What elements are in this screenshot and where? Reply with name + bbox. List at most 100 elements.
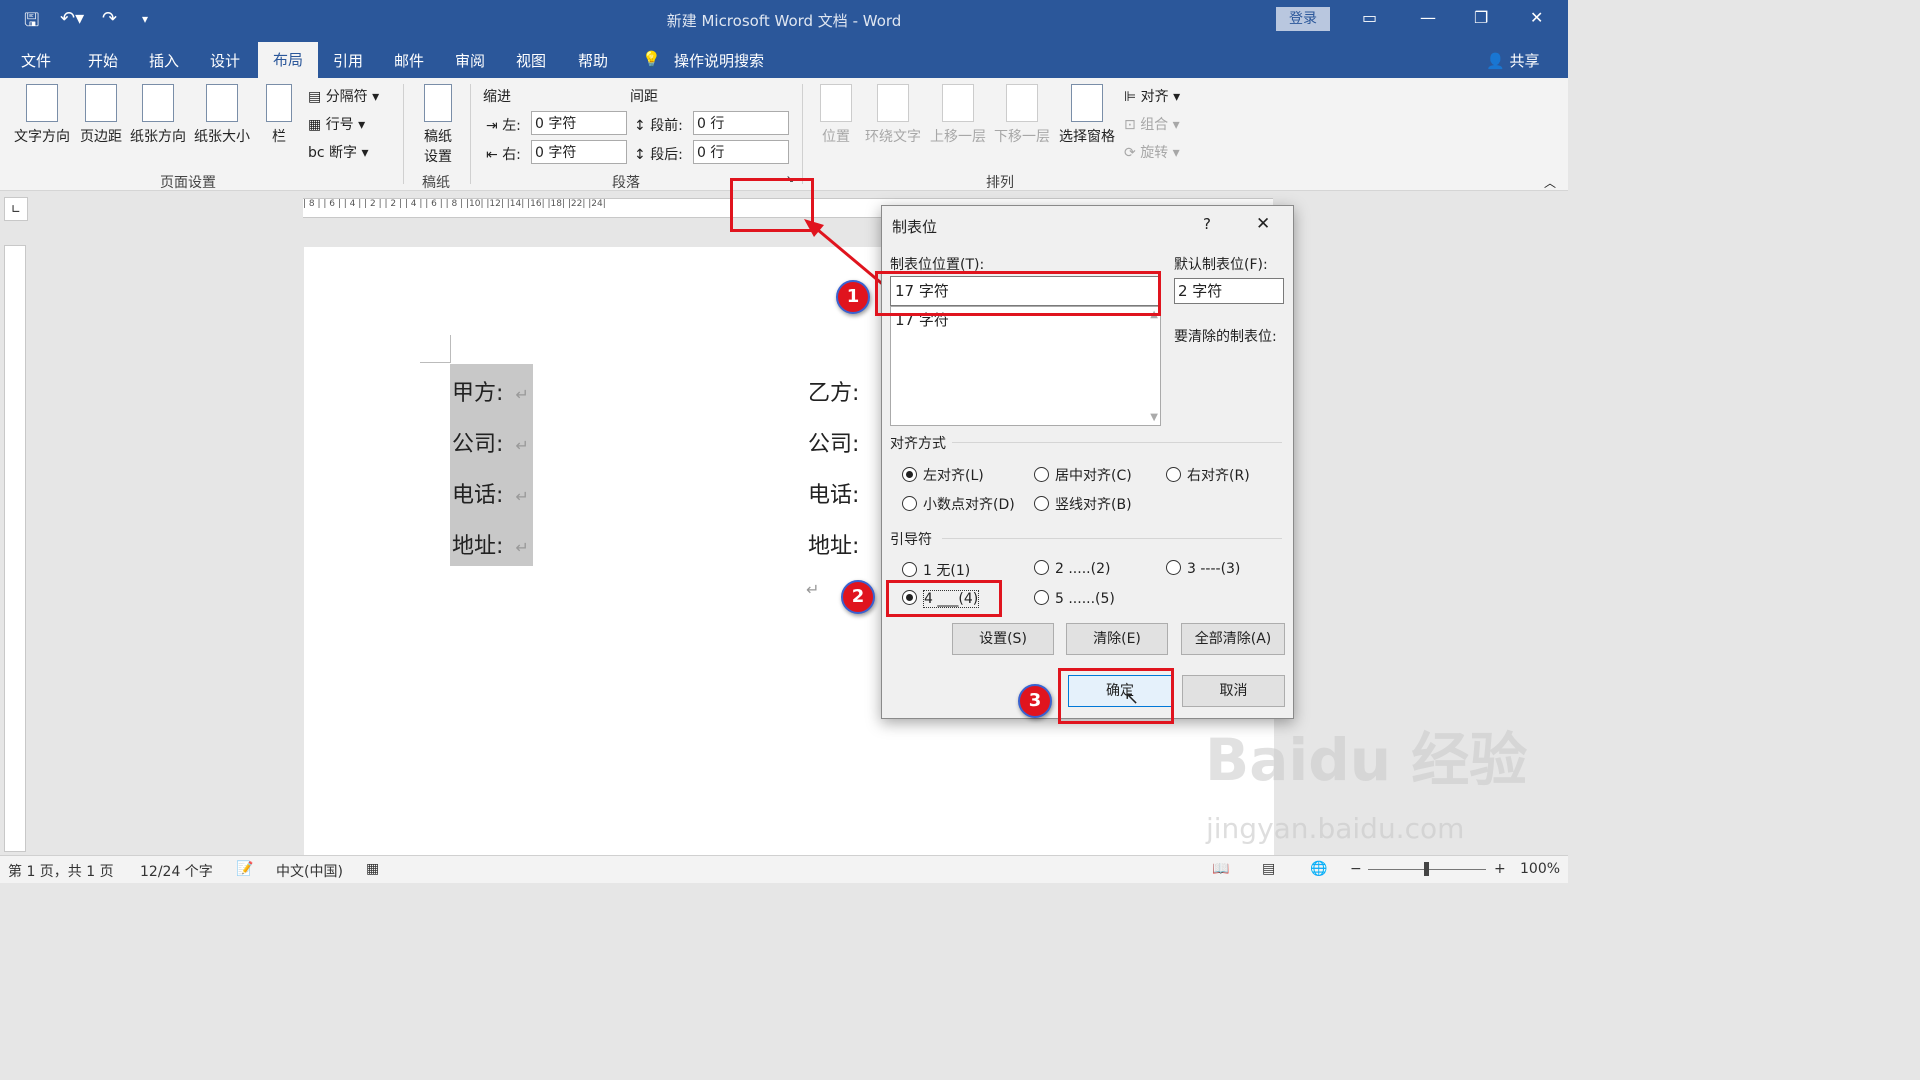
collapse-ribbon-icon[interactable]: ︿	[1544, 174, 1556, 191]
cancel-button[interactable]: 取消	[1182, 675, 1285, 707]
tab-view[interactable]: 视图	[516, 50, 546, 71]
tab-layout[interactable]: 布局	[258, 42, 319, 78]
tab-position-highlight	[875, 271, 1161, 316]
tell-me-search[interactable]: 操作说明搜索	[674, 50, 764, 71]
party-b-line[interactable]: 乙方:	[808, 375, 859, 407]
align-right-radio[interactable]: 右对齐(R)	[1166, 465, 1250, 485]
radio-dot	[1034, 560, 1049, 575]
section-divider	[942, 538, 1282, 539]
send-backward-button[interactable]: 下移一层	[992, 84, 1052, 146]
login-button[interactable]: 登录	[1276, 7, 1330, 31]
tab-home[interactable]: 开始	[88, 50, 118, 71]
spacing-after-input[interactable]: 0 行	[693, 140, 789, 164]
clear-button[interactable]: 清除(E)	[1066, 623, 1168, 655]
send-backward-icon	[1006, 84, 1038, 122]
tab-insert[interactable]: 插入	[149, 50, 179, 71]
lightbulb-icon: 💡	[642, 50, 661, 68]
leader-dots-radio[interactable]: 2 .....(2)	[1034, 560, 1110, 577]
rotate-icon: ⟳	[1124, 145, 1136, 161]
radio-dot	[1034, 467, 1049, 482]
leader-middots-radio[interactable]: 5 ......(5)	[1034, 590, 1115, 607]
indent-right-input[interactable]: 0 字符	[531, 140, 627, 164]
address-a-line[interactable]: 地址: ↵	[452, 528, 529, 560]
restore-icon[interactable]: ❐	[1474, 8, 1488, 27]
phone-a-line[interactable]: 电话: ↵	[452, 477, 529, 509]
tab-help[interactable]: 帮助	[578, 50, 608, 71]
orientation-button[interactable]: 纸张方向	[127, 84, 189, 146]
tab-stop-list[interactable]: 17 字符 ▲ ▼	[890, 306, 1161, 426]
align-center-radio[interactable]: 居中对齐(C)	[1034, 465, 1132, 485]
orientation-label: 纸张方向	[130, 129, 186, 145]
share-label: 共享	[1509, 52, 1540, 70]
indent-right-label: ⇤ 右:	[486, 147, 521, 163]
breaks-button[interactable]: ▤ 分隔符 ▾	[308, 86, 379, 106]
size-button[interactable]: 纸张大小	[191, 84, 253, 146]
columns-button[interactable]: 栏	[264, 84, 294, 146]
leader-none-radio[interactable]: 1 无(1)	[902, 560, 970, 580]
minimize-icon[interactable]: —	[1420, 8, 1436, 27]
tab-selector-icon[interactable]: ∟	[4, 197, 28, 221]
breaks-label: 分隔符	[325, 89, 368, 105]
print-layout-icon[interactable]: ▤	[1262, 861, 1275, 877]
tab-references[interactable]: 引用	[333, 50, 363, 71]
step-marker-3: 3	[1018, 684, 1052, 718]
phone-b-line[interactable]: 电话:	[808, 477, 859, 509]
party-a-line[interactable]: 甲方: ↵	[452, 375, 529, 407]
ribbon-display-icon[interactable]: ▭	[1362, 8, 1377, 27]
company-a-line[interactable]: 公司: ↵	[452, 426, 529, 458]
align-bar-radio[interactable]: 竖线对齐(B)	[1034, 494, 1132, 514]
word-count[interactable]: 12/24 个字	[140, 861, 213, 881]
group-divider	[802, 84, 803, 184]
indent-heading: 缩进	[483, 89, 511, 105]
tab-design[interactable]: 设计	[210, 50, 240, 71]
set-button[interactable]: 设置(S)	[952, 623, 1054, 655]
align-decimal-radio[interactable]: 小数点对齐(D)	[902, 494, 1015, 514]
line-numbers-button[interactable]: ▦ 行号 ▾	[308, 114, 365, 134]
close-icon[interactable]: ✕	[1256, 214, 1270, 234]
watermark-logo: Baidu 经验	[1205, 726, 1528, 794]
indent-left-input[interactable]: 0 字符	[531, 111, 627, 135]
address-b-line[interactable]: 地址:	[808, 528, 859, 560]
title-bar: 🖫 ↶▾ ↷ ▾ 新建 Microsoft Word 文档 - Word 登录 …	[0, 0, 1568, 40]
tab-review[interactable]: 审阅	[455, 50, 485, 71]
orientation-icon	[142, 84, 174, 122]
clear-all-button[interactable]: 全部清除(A)	[1181, 623, 1285, 655]
radio-dot	[1166, 560, 1181, 575]
position-button[interactable]: 位置	[818, 84, 854, 146]
bring-forward-label: 上移一层	[930, 129, 986, 145]
align-left-radio[interactable]: 左对齐(L)	[902, 465, 984, 485]
margins-button[interactable]: 页边距	[76, 84, 126, 146]
bring-forward-button[interactable]: 上移一层	[928, 84, 988, 146]
share-button[interactable]: 👤 共享	[1486, 50, 1539, 71]
wrap-text-button[interactable]: 环绕文字	[862, 84, 924, 146]
scroll-down-icon[interactable]: ▼	[1150, 412, 1158, 423]
proofing-icon[interactable]: 📝	[236, 861, 253, 877]
language-indicator[interactable]: 中文(中国)	[276, 861, 343, 881]
zoom-level[interactable]: 100%	[1520, 861, 1560, 877]
tab-mailings[interactable]: 邮件	[394, 50, 424, 71]
default-tab-spinner[interactable]: 2 字符	[1174, 278, 1284, 304]
company-b-line[interactable]: 公司:	[808, 426, 859, 458]
leader-dashes-radio[interactable]: 3 ----(3)	[1166, 560, 1240, 577]
align-button[interactable]: ⊫ 对齐 ▾	[1124, 86, 1180, 106]
spacing-before-input[interactable]: 0 行	[693, 111, 789, 135]
step-marker-1: 1	[836, 280, 870, 314]
manuscript-label-1: 稿纸	[424, 129, 452, 145]
manuscript-setup-button[interactable]: 稿纸 设置	[418, 84, 458, 166]
read-mode-icon[interactable]: 📖	[1212, 861, 1229, 877]
text-direction-button[interactable]: 文字方向	[10, 84, 74, 146]
group-button[interactable]: ⊡ 组合 ▾	[1124, 114, 1180, 134]
macro-icon[interactable]: ▦	[366, 861, 379, 877]
page-count[interactable]: 第 1 页，共 1 页	[8, 861, 114, 881]
close-icon[interactable]: ✕	[1530, 8, 1543, 27]
web-layout-icon[interactable]: 🌐	[1310, 861, 1327, 877]
vertical-ruler[interactable]	[4, 245, 26, 852]
help-icon[interactable]: ?	[1203, 215, 1211, 233]
selection-pane-button[interactable]: 选择窗格	[1056, 84, 1118, 146]
tab-file[interactable]: 文件	[21, 50, 51, 71]
zoom-slider-thumb[interactable]	[1424, 862, 1429, 876]
rotate-button[interactable]: ⟳ 旋转 ▾	[1124, 142, 1180, 162]
zoom-out-icon[interactable]: −	[1350, 861, 1362, 877]
hyphenation-button[interactable]: bc 断字 ▾	[308, 142, 369, 162]
zoom-in-icon[interactable]: +	[1494, 861, 1506, 877]
